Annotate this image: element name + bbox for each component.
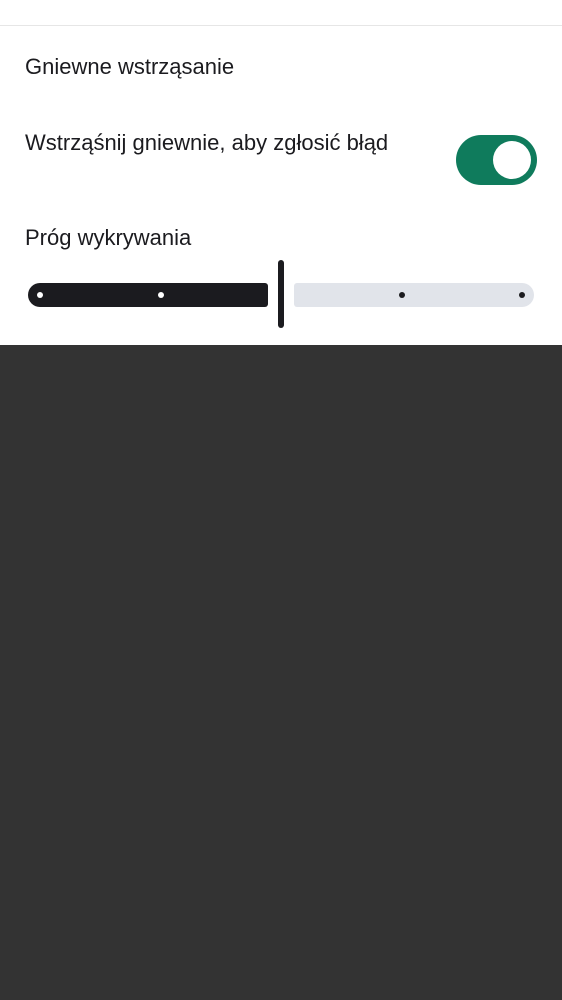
slider-handle[interactable]	[278, 260, 284, 328]
slider-track-active	[28, 283, 268, 307]
slider-tick-mark	[37, 292, 43, 298]
threshold-label: Próg wykrywania	[25, 225, 192, 250]
dimmed-backdrop[interactable]	[0, 345, 562, 1000]
dialog-title: Gniewne wstrząsanie	[25, 54, 235, 79]
slider-tick-mark	[519, 292, 525, 298]
threshold-slider[interactable]	[28, 258, 534, 330]
top-divider	[0, 25, 562, 26]
settings-sheet: Gniewne wstrząsanie Wstrząśnij gniewnie,…	[0, 0, 562, 345]
slider-tick-mark	[157, 292, 164, 298]
shake-toggle-switch[interactable]	[456, 135, 537, 185]
slider-track-inactive	[294, 283, 534, 307]
shake-setting-label: Wstrząśnij gniewnie, aby zgłosić błąd	[25, 130, 389, 155]
slider-tick-mark	[398, 292, 405, 298]
toggle-thumb	[493, 141, 531, 179]
